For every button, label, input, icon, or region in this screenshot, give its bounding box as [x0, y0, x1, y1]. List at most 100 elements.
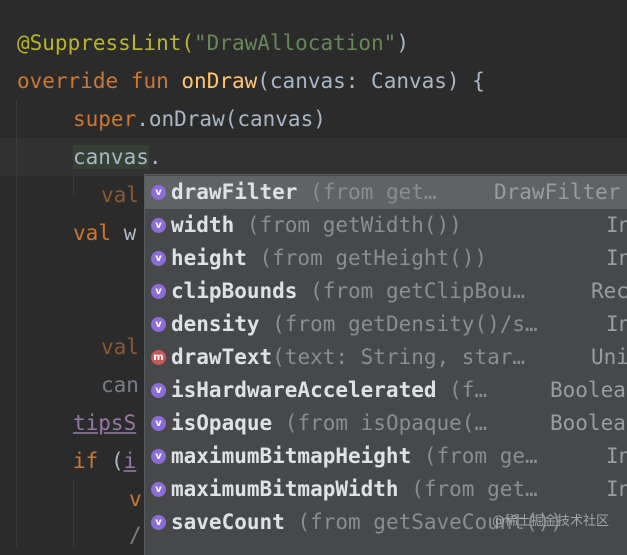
code-line-slash: /	[129, 516, 142, 554]
completion-item-label: drawText	[171, 345, 273, 369]
completion-item-type: Int	[606, 246, 627, 270]
string-token: "DrawAllocation"	[194, 31, 397, 55]
code-line-v: v	[129, 480, 142, 518]
code-completion-popup[interactable]: v drawFilter (from get… DrawFilter v width (…	[144, 174, 627, 555]
property-icon: v	[151, 449, 166, 464]
completion-item-name: drawText(text: String, star…	[171, 341, 525, 374]
completion-item-detail: (from getDensity()/s…	[259, 312, 538, 336]
completion-item-type: Rect	[591, 279, 627, 303]
function-name: onDraw	[181, 69, 258, 93]
indent-guide	[16, 100, 17, 546]
keyword-val: val	[101, 183, 139, 207]
code-line-current: canvas.	[73, 138, 162, 176]
indent-guide	[73, 176, 74, 196]
completion-item-detail: (f…	[436, 378, 488, 402]
completion-item-type: Int	[606, 312, 627, 336]
completion-item[interactable]: v isHardwareAccelerated (f… Boolean	[145, 374, 627, 407]
property-icon: v	[151, 482, 166, 497]
canvas-identifier: canvas	[73, 145, 149, 169]
keyword-partial: v	[129, 487, 142, 511]
completion-item[interactable]: vheight (from getHeight())Int	[145, 242, 627, 275]
completion-item-type: Int	[606, 213, 627, 237]
keyword-super: super	[73, 107, 137, 131]
keyword-override: override	[17, 69, 119, 93]
completion-item-name: isOpaque (from isOpaque(…	[171, 407, 487, 440]
completion-item-label: maximumBitmapWidth	[171, 477, 399, 501]
super-call: .onDraw(canvas)	[136, 107, 326, 131]
property-icon: v	[151, 218, 166, 233]
completion-item-detail: (from get…	[398, 477, 538, 501]
completion-item-name: density (from getDensity()/s…	[171, 308, 538, 341]
keyword-if: if	[73, 449, 99, 473]
dot-token: .	[148, 145, 162, 169]
member-identifier: tipsS	[73, 411, 137, 435]
completion-item-label: isOpaque	[171, 411, 273, 435]
completion-item-detail: (from isOpaque(…	[272, 411, 488, 435]
code-line-val-1: val	[101, 176, 139, 214]
completion-item-label: maximumBitmapHeight	[171, 444, 412, 468]
indent-guide	[73, 480, 74, 546]
completion-item-label: drawFilter	[171, 180, 298, 204]
completion-item-label: height	[171, 246, 247, 270]
code-line-super: super.onDraw(canvas)	[73, 100, 326, 138]
completion-item-type: DrawFilter	[494, 180, 621, 204]
code-line-signature: override fun onDraw(canvas: Canvas) {	[17, 62, 485, 100]
completion-item[interactable]: v drawFilter (from get… DrawFilter	[145, 176, 627, 209]
property-icon: v	[151, 416, 166, 431]
completion-item-label: width	[171, 213, 235, 237]
completion-item[interactable]: v density (from getDensity()/s… Int	[145, 308, 627, 341]
completion-item-name: drawFilter (from get…	[171, 176, 437, 209]
completion-item-label: density	[171, 312, 260, 336]
annotation-token: @SuppressLint(	[17, 31, 195, 55]
member-identifier: i	[123, 449, 137, 473]
completion-item-detail: (from ge…	[411, 444, 538, 468]
completion-item-detail: (from getHeight())	[246, 246, 488, 270]
paren-token: )	[396, 31, 409, 55]
completion-item-label: saveCount	[171, 510, 285, 534]
code-line-can: can	[101, 366, 139, 404]
completion-item[interactable]: v maximumBitmapWidth (from get… Int	[145, 473, 627, 506]
comment-partial: /	[129, 523, 142, 547]
completion-item[interactable]: m drawText(text: String, star… Unit	[145, 341, 627, 374]
identifier-partial: w	[110, 221, 137, 245]
completion-item-name: maximumBitmapHeight (from ge…	[171, 440, 538, 473]
completion-item-type: Int	[606, 444, 627, 468]
completion-item-detail: (from getWidth())	[234, 213, 462, 237]
watermark-text: @稀土掘金技术社区	[492, 514, 610, 529]
keyword-fun: fun	[130, 69, 169, 93]
completion-item-name: height (from getHeight())	[171, 242, 487, 275]
code-line-if: if (i	[73, 442, 136, 480]
completion-item-type: Int	[606, 477, 627, 501]
completion-item[interactable]: v maximumBitmapHeight (from ge… Int	[145, 440, 627, 473]
completion-item-label: clipBounds	[171, 279, 298, 303]
keyword-val: val	[101, 335, 139, 359]
completion-item-label: isHardwareAccelerated	[171, 378, 437, 402]
completion-item-type: Unit	[591, 345, 627, 369]
identifier-partial: can	[101, 373, 139, 397]
property-icon: v	[151, 251, 166, 266]
completion-item[interactable]: v isOpaque (from isOpaque(… Boolean	[145, 407, 627, 440]
property-icon: v	[151, 383, 166, 398]
code-line-tips: tipsS	[73, 404, 136, 442]
code-line-val-2: val w	[73, 214, 136, 252]
completion-item-detail: (text: String, star…	[272, 345, 526, 369]
method-icon: m	[151, 350, 166, 365]
completion-item-detail: (from getClipBou…	[297, 279, 526, 303]
property-icon: v	[151, 185, 166, 200]
keyword-val: val	[73, 221, 111, 245]
completion-item[interactable]: v clipBounds (from getClipBou… Rect	[145, 275, 627, 308]
completion-item-name: maximumBitmapWidth (from get…	[171, 473, 538, 506]
completion-item-type: Boolean	[550, 378, 627, 402]
completion-item-name: clipBounds (from getClipBou…	[171, 275, 525, 308]
property-icon: v	[151, 317, 166, 332]
completion-item-name: isHardwareAccelerated (f…	[171, 374, 487, 407]
code-line-annotation: @SuppressLint("DrawAllocation")	[17, 24, 409, 62]
paren-token: (	[98, 449, 124, 473]
completion-item-name: width (from getWidth())	[171, 209, 462, 242]
signature-params: (canvas: Canvas) {	[257, 69, 485, 93]
property-icon: v	[151, 284, 166, 299]
completion-item[interactable]: vwidth (from getWidth())Int	[145, 209, 627, 242]
code-line-val-3: val	[101, 328, 139, 366]
property-icon: v	[151, 515, 166, 530]
completion-item-type: Boolean	[550, 411, 627, 435]
